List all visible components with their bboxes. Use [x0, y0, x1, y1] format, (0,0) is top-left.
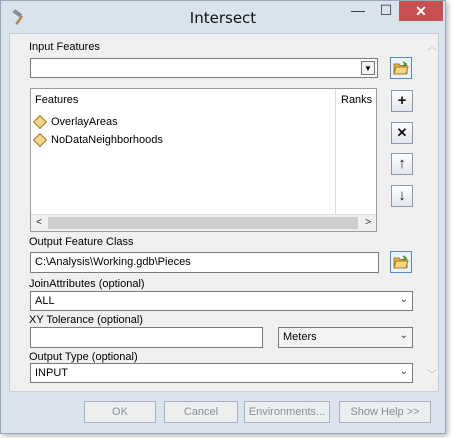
- join-attributes-label: JoinAttributes (optional): [29, 278, 145, 290]
- scroll-right-icon[interactable]: >: [361, 216, 375, 230]
- cancel-button[interactable]: Cancel: [164, 401, 238, 423]
- dialog-body: Input Features ▼ Features Ranks OverlayA…: [9, 33, 439, 392]
- scroll-up-icon[interactable]: ︿: [426, 38, 438, 53]
- maximize-button[interactable]: ☐: [373, 1, 399, 21]
- features-table[interactable]: Features Ranks OverlayAreas NoDataNeighb…: [30, 88, 377, 232]
- intersect-dialog: Intersect — ☐ ✕ Input Features ▼ Feature…: [0, 0, 446, 434]
- output-type-label: Output Type (optional): [29, 351, 138, 363]
- chevron-down-icon[interactable]: ⌄: [400, 366, 408, 377]
- horizontal-scrollbar[interactable]: < >: [31, 214, 376, 231]
- vertical-scrollbar[interactable]: ︿ ﹀: [424, 38, 438, 384]
- column-header-features[interactable]: Features: [31, 89, 336, 111]
- column-header-ranks[interactable]: Ranks: [337, 89, 376, 111]
- xy-tolerance-unit: Meters: [283, 331, 317, 343]
- folder-open-icon: [393, 61, 409, 75]
- polygon-layer-icon: [32, 114, 48, 130]
- xy-tolerance-label: XY Tolerance (optional): [29, 314, 143, 326]
- input-features-combo[interactable]: ▼: [30, 58, 378, 78]
- close-button[interactable]: ✕: [399, 1, 443, 21]
- table-row[interactable]: OverlayAreas: [31, 114, 331, 131]
- button-bar: OK Cancel Environments... Show Help >>: [2, 392, 444, 433]
- scroll-thumb[interactable]: [48, 217, 358, 229]
- feature-name: OverlayAreas: [51, 116, 118, 128]
- chevron-down-icon[interactable]: ⌄: [400, 330, 408, 341]
- remove-row-button[interactable]: ✕: [391, 122, 413, 144]
- table-row[interactable]: NoDataNeighborhoods: [31, 132, 331, 149]
- minimize-button[interactable]: —: [345, 1, 371, 21]
- output-feature-class-label: Output Feature Class: [29, 236, 134, 248]
- browse-output-button[interactable]: [390, 251, 412, 273]
- scroll-left-icon[interactable]: <: [32, 216, 46, 230]
- chevron-down-icon[interactable]: ⌄: [400, 294, 408, 305]
- dropdown-arrow-icon[interactable]: ▼: [361, 61, 375, 75]
- output-type-select[interactable]: INPUT ⌄: [30, 363, 413, 383]
- output-feature-class-field[interactable]: C:\Analysis\Working.gdb\Pieces: [30, 252, 379, 273]
- show-help-button[interactable]: Show Help >>: [339, 401, 431, 423]
- environments-button[interactable]: Environments...: [244, 401, 330, 423]
- folder-open-icon: [393, 255, 409, 269]
- join-attributes-value: ALL: [35, 295, 55, 307]
- output-feature-class-value: C:\Analysis\Working.gdb\Pieces: [35, 256, 191, 268]
- add-row-button[interactable]: +: [391, 90, 413, 112]
- title-bar[interactable]: Intersect — ☐ ✕: [1, 1, 445, 33]
- input-features-label: Input Features: [29, 41, 100, 53]
- scroll-down-icon[interactable]: ﹀: [426, 366, 438, 381]
- column-divider: [335, 89, 336, 215]
- move-up-button[interactable]: ↑: [391, 153, 413, 175]
- output-type-value: INPUT: [35, 367, 68, 379]
- xy-tolerance-input[interactable]: [30, 327, 263, 348]
- join-attributes-select[interactable]: ALL ⌄: [30, 291, 413, 311]
- polygon-layer-icon: [32, 132, 48, 148]
- feature-name: NoDataNeighborhoods: [51, 134, 163, 146]
- xy-tolerance-unit-select[interactable]: Meters ⌄: [278, 327, 413, 348]
- browse-input-button[interactable]: [390, 57, 412, 79]
- ok-button[interactable]: OK: [84, 401, 156, 423]
- move-down-button[interactable]: ↓: [391, 185, 413, 207]
